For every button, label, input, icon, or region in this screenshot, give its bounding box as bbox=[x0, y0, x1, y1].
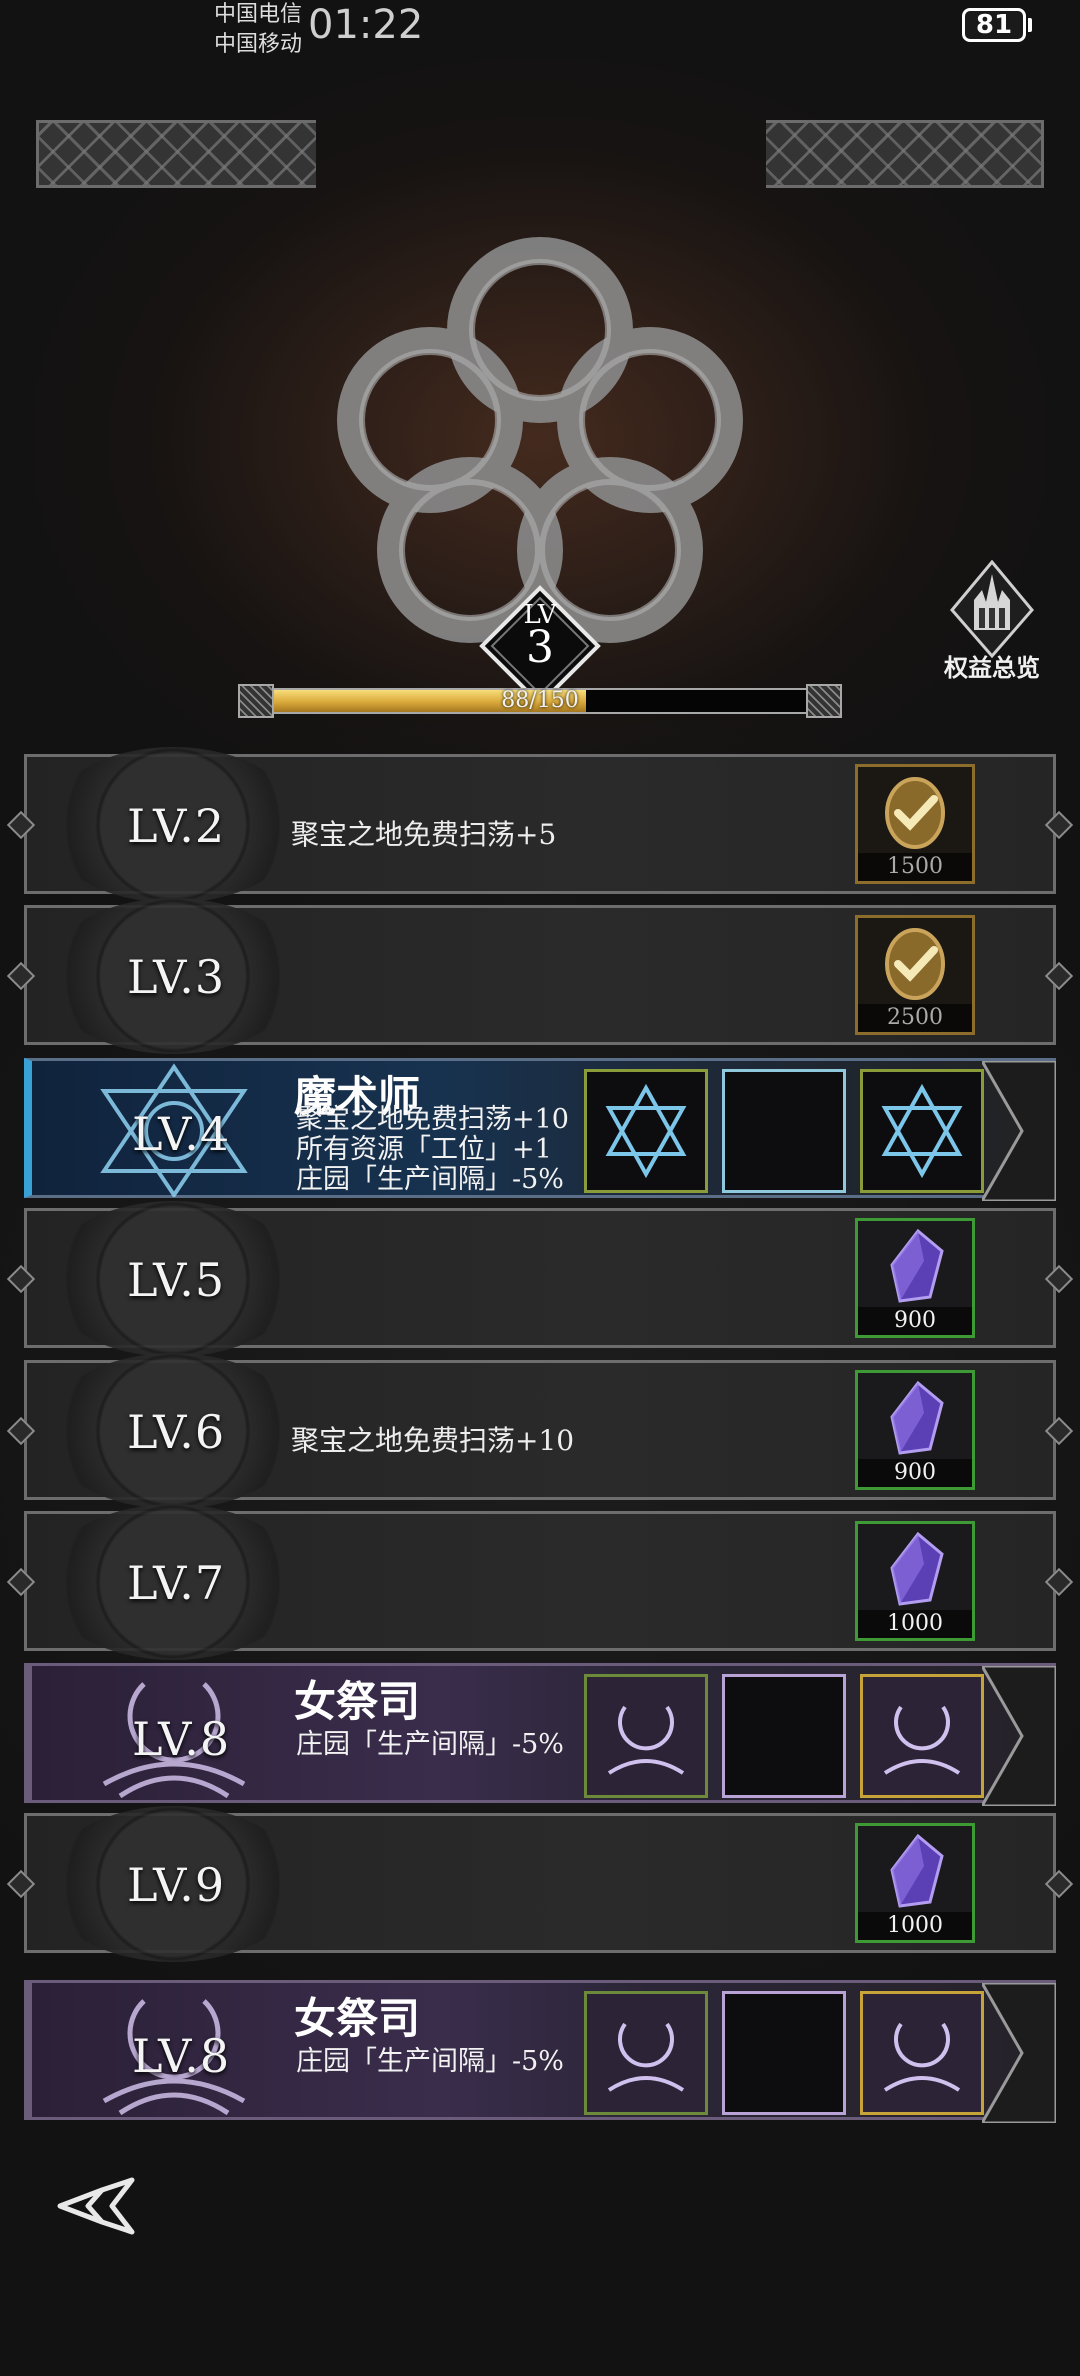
reward-icon-hexagram[interactable] bbox=[860, 1069, 984, 1193]
crystal-icon bbox=[890, 1833, 944, 1908]
status-bar: 中国电信 中国移动 01:22 81 bbox=[0, 0, 1080, 60]
moon-crest-icon bbox=[883, 2022, 961, 2092]
ribbon-flag bbox=[982, 1983, 1056, 2123]
celtic-band-right bbox=[766, 120, 1044, 188]
reward-avatar-frame[interactable] bbox=[722, 1991, 846, 2115]
xp-progress-text: 88/150 bbox=[501, 688, 579, 713]
row-level: LV.4 bbox=[132, 1107, 231, 1161]
carrier-info: 中国电信 中国移动 bbox=[214, 0, 302, 60]
benefit-line: 聚宝之地免费扫荡+10 bbox=[296, 1104, 569, 1135]
reward-icon-moon[interactable] bbox=[860, 1991, 984, 2115]
hexagram-icon bbox=[881, 1083, 963, 1179]
row-benefits: 聚宝之地免费扫荡+10 所有资源「工位」+1 庄园「生产间隔」-5% bbox=[296, 1105, 569, 1195]
ribbon-flag bbox=[982, 1666, 1056, 1806]
benefit-line: 庄园「生产间隔」-5% bbox=[296, 2046, 564, 2077]
crystal-icon bbox=[890, 1228, 944, 1303]
reward-amount: 1500 bbox=[858, 853, 972, 881]
row-level: LV.3 bbox=[127, 950, 226, 1004]
perks-overview-button[interactable]: 权益总览 bbox=[932, 559, 1052, 700]
xp-bar-cap-right bbox=[806, 684, 842, 718]
row-title: 女祭司 bbox=[294, 1994, 421, 2043]
reward-amount: 1000 bbox=[858, 1610, 972, 1638]
reward-amount: 2500 bbox=[858, 1004, 972, 1032]
reward-slot[interactable]: 1500 bbox=[855, 764, 975, 884]
row-level: LV.6 bbox=[127, 1405, 226, 1459]
benefit-line: 庄园「生产间隔」-5% bbox=[296, 1164, 564, 1195]
level-row-3: LV.3 2500 bbox=[6, 898, 1074, 1054]
xp-progress-bar: 88/150 bbox=[272, 688, 808, 714]
row-benefits: 庄园「生产间隔」-5% bbox=[296, 1730, 564, 1760]
battery-indicator: 81 bbox=[962, 8, 1026, 42]
row-level: LV.8 bbox=[132, 2029, 231, 2083]
perks-overview-label: 权益总览 bbox=[944, 654, 1040, 682]
reward-icon-hexagram[interactable] bbox=[584, 1069, 708, 1193]
reward-amount: 900 bbox=[858, 1459, 972, 1487]
reward-icon-moon[interactable] bbox=[584, 1674, 708, 1798]
carrier-2: 中国移动 bbox=[214, 32, 303, 57]
level-row-4-magician: LV.4 魔术师 聚宝之地免费扫荡+10 所有资源「工位」+1 庄园「生产间隔」… bbox=[24, 1058, 1056, 1201]
xp-bar-cap-left bbox=[238, 684, 274, 718]
reward-avatar-frame[interactable] bbox=[722, 1069, 846, 1193]
row-description: 聚宝之地免费扫荡+5 bbox=[291, 818, 557, 851]
reward-amount: 1000 bbox=[858, 1912, 972, 1940]
celtic-band-left bbox=[36, 120, 316, 188]
row-level: LV.9 bbox=[127, 1858, 226, 1912]
crown-tower-icon bbox=[950, 559, 1034, 659]
level-row-2: LV.2 聚宝之地免费扫荡+5 1500 bbox=[6, 747, 1074, 903]
gold-coin-icon bbox=[885, 928, 945, 1000]
hexagram-icon bbox=[605, 1083, 687, 1179]
moon-crest-icon bbox=[607, 1705, 685, 1775]
row-title: 女祭司 bbox=[294, 1677, 421, 1726]
ribbon-flag bbox=[982, 1061, 1056, 1201]
carrier-1: 中国电信 bbox=[214, 2, 303, 27]
gold-coin-icon bbox=[885, 777, 945, 849]
battery-tip bbox=[1028, 18, 1032, 32]
level-row-7: LV.7 1000 bbox=[6, 1504, 1074, 1660]
back-arrow-icon[interactable] bbox=[54, 2172, 138, 2238]
row-level: LV.7 bbox=[127, 1556, 226, 1610]
level-row-5: LV.5 900 bbox=[6, 1201, 1074, 1357]
level-row-8-priestess: LV.8 女祭司 庄园「生产间隔」-5% bbox=[24, 1663, 1056, 1806]
row-description: 聚宝之地免费扫荡+10 bbox=[291, 1424, 575, 1457]
level-row-6: LV.6 聚宝之地免费扫荡+10 900 bbox=[6, 1353, 1074, 1509]
benefit-line: 庄园「生产间隔」-5% bbox=[296, 1729, 564, 1760]
crystal-icon bbox=[890, 1531, 944, 1606]
level-row-8-priestess-pinned: LV.8 女祭司 庄园「生产间隔」-5% bbox=[24, 1980, 1056, 2123]
reward-icon-moon[interactable] bbox=[584, 1991, 708, 2115]
reward-amount: 900 bbox=[858, 1307, 972, 1335]
reward-slot[interactable]: 900 bbox=[855, 1370, 975, 1490]
reward-slot[interactable]: 1000 bbox=[855, 1823, 975, 1943]
row-benefits: 庄园「生产间隔」-5% bbox=[296, 2047, 564, 2077]
crystal-icon bbox=[890, 1380, 944, 1455]
row-level: LV.5 bbox=[127, 1253, 226, 1307]
row-level: LV.8 bbox=[132, 1712, 231, 1766]
level-row-9: LV.9 1000 bbox=[6, 1806, 1074, 1962]
reward-slot[interactable]: 1000 bbox=[855, 1521, 975, 1641]
reward-slot[interactable]: 900 bbox=[855, 1218, 975, 1338]
reward-slot[interactable]: 2500 bbox=[855, 915, 975, 1035]
reward-icon-moon[interactable] bbox=[860, 1674, 984, 1798]
moon-crest-icon bbox=[883, 1705, 961, 1775]
clock: 01:22 bbox=[308, 2, 424, 48]
benefit-line: 所有资源「工位」+1 bbox=[296, 1134, 552, 1165]
level-number: 3 bbox=[526, 622, 554, 673]
reward-avatar-frame[interactable] bbox=[722, 1674, 846, 1798]
moon-crest-icon bbox=[607, 2022, 685, 2092]
row-level: LV.2 bbox=[127, 799, 226, 853]
